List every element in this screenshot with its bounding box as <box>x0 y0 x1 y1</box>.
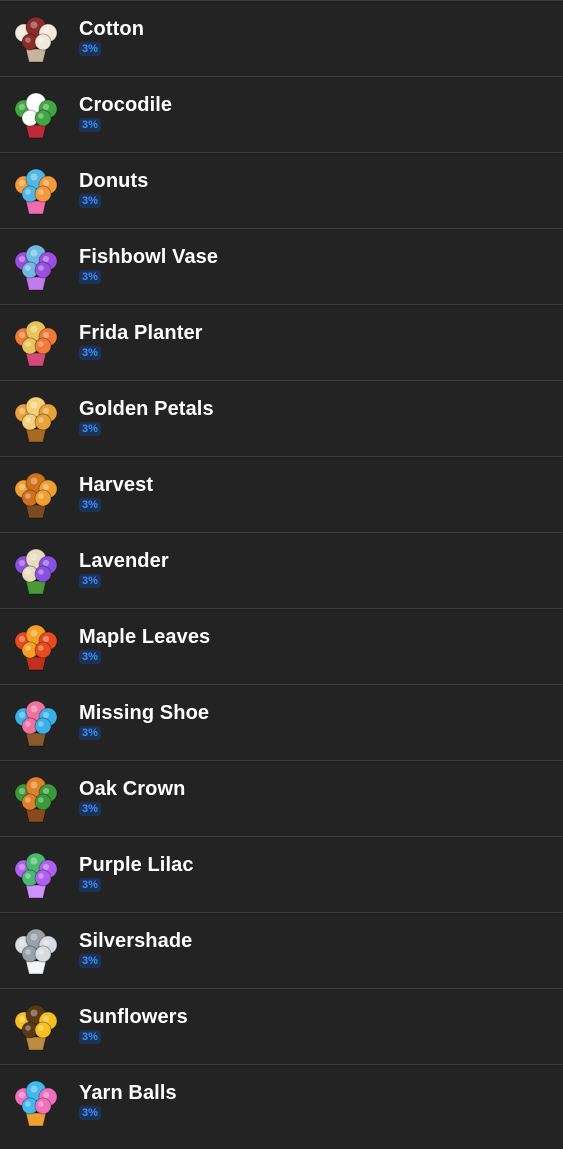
item-title: Frida Planter <box>79 322 203 344</box>
lavender-icon <box>10 545 62 597</box>
item-title: Golden Petals <box>79 398 214 420</box>
list-item[interactable]: Frida Planter 3% <box>0 305 563 381</box>
item-title: Oak Crown <box>79 778 186 800</box>
harvest-icon <box>10 469 62 521</box>
list-item[interactable]: Cotton 3% <box>0 1 563 77</box>
list-item[interactable]: Missing Shoe 3% <box>0 685 563 761</box>
percent-badge: 3% <box>79 574 101 588</box>
list-item[interactable]: Silvershade 3% <box>0 913 563 989</box>
list-item[interactable]: Golden Petals 3% <box>0 381 563 457</box>
item-title: Cotton <box>79 18 145 40</box>
percent-badge: 3% <box>79 270 101 284</box>
item-title: Fishbowl Vase <box>79 246 219 268</box>
item-title: Maple Leaves <box>79 626 211 648</box>
item-title: Sunflowers <box>79 1006 188 1028</box>
list-item[interactable]: Sunflowers 3% <box>0 989 563 1065</box>
list-item[interactable]: Yarn Balls 3% <box>0 1065 563 1140</box>
list-item[interactable]: Oak Crown 3% <box>0 761 563 837</box>
sunflowers-icon <box>10 1001 62 1053</box>
fishbowl-vase-icon <box>10 241 62 293</box>
yarn-balls-icon <box>10 1077 62 1129</box>
percent-badge: 3% <box>79 650 101 664</box>
percent-badge: 3% <box>79 726 101 740</box>
item-title: Silvershade <box>79 930 193 952</box>
list-item[interactable]: Lavender 3% <box>0 533 563 609</box>
list-item[interactable]: Donuts 3% <box>0 153 563 229</box>
item-title: Donuts <box>79 170 149 192</box>
percent-badge: 3% <box>79 878 101 892</box>
donuts-icon <box>10 165 62 217</box>
crocodile-icon <box>10 89 62 141</box>
item-title: Crocodile <box>79 94 173 116</box>
percent-badge: 3% <box>79 118 101 132</box>
percent-badge: 3% <box>79 802 101 816</box>
list-item[interactable]: Crocodile 3% <box>0 77 563 153</box>
maple-leaves-icon <box>10 621 62 673</box>
percent-badge: 3% <box>79 42 101 56</box>
list-item[interactable]: Maple Leaves 3% <box>0 609 563 685</box>
missing-shoe-icon <box>10 697 62 749</box>
item-title: Purple Lilac <box>79 854 194 876</box>
percent-badge: 3% <box>79 954 101 968</box>
purple-lilac-icon <box>10 849 62 901</box>
list-item[interactable]: Purple Lilac 3% <box>0 837 563 913</box>
silvershade-icon <box>10 925 62 977</box>
percent-badge: 3% <box>79 194 101 208</box>
bouquet-list: Cotton 3% Crocodile 3% Donuts 3% Fishbow… <box>0 0 563 1140</box>
percent-badge: 3% <box>79 1030 101 1044</box>
oak-crown-icon <box>10 773 62 825</box>
list-item[interactable]: Harvest 3% <box>0 457 563 533</box>
golden-petals-icon <box>10 393 62 445</box>
list-item[interactable]: Fishbowl Vase 3% <box>0 229 563 305</box>
item-title: Harvest <box>79 474 154 496</box>
item-title: Missing Shoe <box>79 702 210 724</box>
percent-badge: 3% <box>79 346 101 360</box>
percent-badge: 3% <box>79 422 101 436</box>
cotton-icon <box>10 13 62 65</box>
percent-badge: 3% <box>79 1106 101 1120</box>
item-title: Yarn Balls <box>79 1082 177 1104</box>
item-title: Lavender <box>79 550 169 572</box>
percent-badge: 3% <box>79 498 101 512</box>
frida-planter-icon <box>10 317 62 369</box>
